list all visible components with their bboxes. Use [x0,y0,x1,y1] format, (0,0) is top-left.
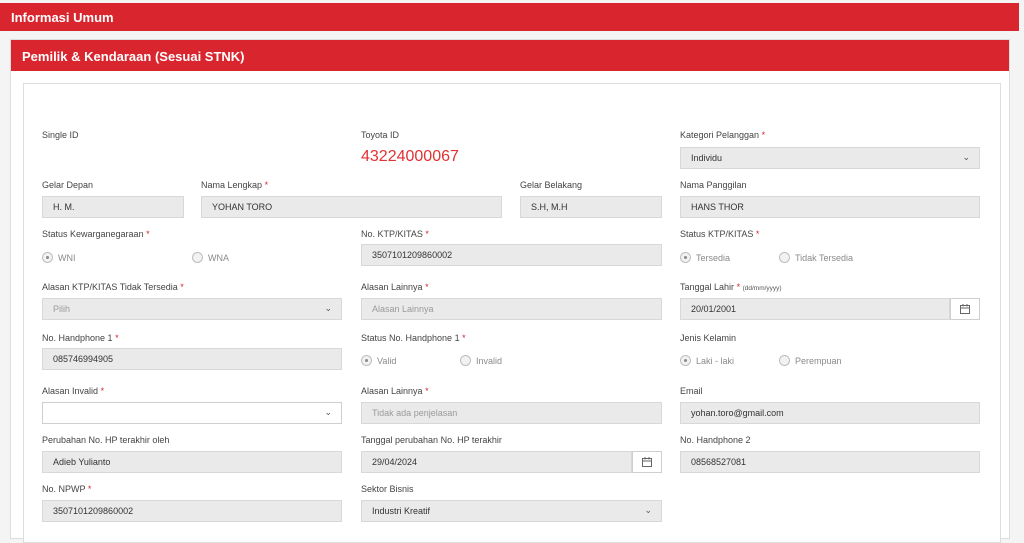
no-hp2-label: No. Handphone 2 [680,435,751,445]
kategori-label: Kategori Pelanggan * [680,130,766,140]
jenis-kelamin-label: Jenis Kelamin [680,333,737,343]
nama-lengkap-label: Nama Lengkap * [201,180,269,190]
kategori-select[interactable]: Individu ⌄ [680,147,980,169]
toyota-id-value: 43224000067 [361,148,459,165]
tanggal-lahir-label: Tanggal Lahir * (dd/mm/yyyy) [680,282,782,292]
status-kewarganegaraan-label: Status Kewarganegaraan * [42,229,150,239]
email-input[interactable]: yohan.toro@gmail.com [680,402,980,424]
no-hp1-label: No. Handphone 1 * [42,333,119,343]
alasan-lainnya-1-input[interactable]: Alasan Lainnya [361,298,662,320]
radio-valid[interactable]: Valid [361,355,396,366]
radio-perempuan-indicator [779,355,790,366]
radio-tidak-tersedia-indicator [779,252,790,263]
gelar-depan-input[interactable]: H. M. [42,196,184,218]
status-hp1-label: Status No. Handphone 1 * [361,333,466,343]
sektor-bisnis-label: Sektor Bisnis [361,484,414,494]
sektor-bisnis-select[interactable]: Industri Kreatif ⌄ [361,500,662,522]
no-hp2-input[interactable]: 08568527081 [680,451,980,473]
chevron-down-icon: ⌄ [324,303,332,313]
chevron-down-icon: ⌄ [644,505,652,515]
toyota-id-label: Toyota ID [361,130,400,140]
radio-invalid[interactable]: Invalid [460,355,502,366]
radio-laki-laki-indicator [680,355,691,366]
no-ktp-label: No. KTP/KITAS * [361,229,429,239]
no-ktp-input[interactable]: 3507101209860002 [361,244,662,266]
alasan-invalid-label: Alasan Invalid * [42,386,105,396]
nama-panggilan-input[interactable]: HANS THOR [680,196,980,218]
radio-invalid-indicator [460,355,471,366]
panel-title: Pemilik & Kendaraan (Sesuai STNK) [22,49,245,64]
gelar-belakang-label: Gelar Belakang [520,180,583,190]
single-id-label: Single ID [42,130,79,140]
calendar-icon[interactable] [632,451,662,473]
owner-vehicle-panel: Pemilik & Kendaraan (Sesuai STNK) Single… [10,39,1010,543]
radio-wni[interactable]: WNI [42,252,76,263]
chevron-down-icon: ⌄ [962,152,970,162]
alasan-ktp-label: Alasan KTP/KITAS Tidak Tersedia * [42,282,184,292]
radio-wna[interactable]: WNA [192,252,229,263]
radio-tersedia-indicator [680,252,691,263]
nama-panggilan-label: Nama Panggilan [680,180,747,190]
no-npwp-input[interactable]: 3507101209860002 [42,500,342,522]
radio-perempuan[interactable]: Perempuan [779,355,842,366]
email-label: Email [680,386,703,396]
perubahan-oleh-label: Perubahan No. HP terakhir oleh [42,435,170,445]
section-header: Informasi Umum [0,3,1019,31]
tanggal-perubahan-label: Tanggal perubahan No. HP terakhir [361,435,502,445]
alasan-lainnya-2-label: Alasan Lainnya * [361,386,429,396]
alasan-lainnya-2-input[interactable]: Tidak ada penjelasan [361,402,662,424]
form-container: Single ID Toyota ID 43224000067 Kategori… [23,83,1001,543]
alasan-lainnya-1-label: Alasan Lainnya * [361,282,429,292]
no-hp1-input[interactable]: 085746994905 [42,348,342,370]
perubahan-oleh-input[interactable]: Adieb Yulianto [42,451,342,473]
radio-wni-indicator [42,252,53,263]
radio-valid-indicator [361,355,372,366]
radio-laki-laki[interactable]: Laki - laki [680,355,734,366]
radio-tidak-tersedia[interactable]: Tidak Tersedia [779,252,853,263]
gelar-belakang-input[interactable]: S.H, M.H [520,196,662,218]
nama-lengkap-input[interactable]: YOHAN TORO [201,196,502,218]
no-npwp-label: No. NPWP * [42,484,92,494]
alasan-ktp-select[interactable]: Pilih ⌄ [42,298,342,320]
gelar-depan-label: Gelar Depan [42,180,94,190]
tanggal-perubahan-input[interactable]: 29/04/2024 [361,451,662,473]
section-title: Informasi Umum [11,10,114,25]
panel-header: Pemilik & Kendaraan (Sesuai STNK) [11,40,1009,71]
calendar-icon[interactable] [950,298,980,320]
alasan-invalid-select[interactable]: ⌄ [42,402,342,424]
chevron-down-icon: ⌄ [324,407,332,417]
radio-tersedia[interactable]: Tersedia [680,252,730,263]
radio-wna-indicator [192,252,203,263]
status-ktp-label: Status KTP/KITAS * [680,229,760,239]
tanggal-lahir-input[interactable]: 20/01/2001 [680,298,980,320]
